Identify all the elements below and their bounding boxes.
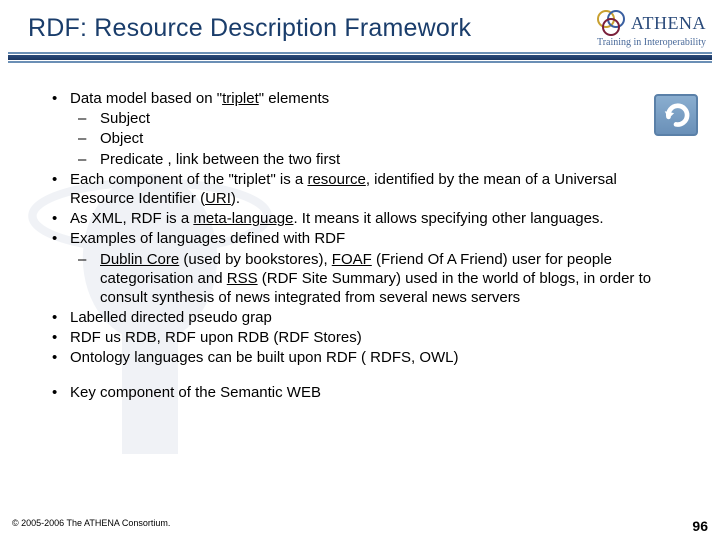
bullet-item: Key component of the Semantic WEB [52,383,680,402]
sub-bullet-item: Subject [78,109,680,128]
athena-logo-block: ATHENA Training in Interoperability [548,10,706,48]
page-number: 96 [692,518,708,534]
copyright-text: © 2005-2006 The ATHENA Consortium. [12,518,170,534]
slide-footer: © 2005-2006 The ATHENA Consortium. 96 [12,518,708,534]
logo-text: ATHENA [631,13,706,34]
bullet-item: As XML, RDF is a meta-language. It means… [52,209,680,228]
athena-rings-icon [597,10,627,36]
sub-bullet-item: Object [78,129,680,148]
slide-header: RDF: Resource Description Framework ATHE… [0,0,720,48]
bullet-item: Data model based on "triplet" elementsSu… [52,89,680,169]
bullet-item: Ontology languages can be built upon RDF… [52,348,680,367]
bullet-item: Examples of languages defined with RDFDu… [52,229,680,307]
slide-content: Data model based on "triplet" elementsSu… [0,63,720,402]
bullet-item: Labelled directed pseudo grap [52,308,680,327]
sub-bullet-item: Dublin Core (used by bookstores), FOAF (… [78,250,680,308]
sub-bullet-item: Predicate , link between the two first [78,150,680,169]
slide-title: RDF: Resource Description Framework [28,10,548,43]
header-divider [0,52,720,63]
logo-tagline: Training in Interoperability [548,37,706,48]
bullet-item: RDF us RDB, RDF upon RDB (RDF Stores) [52,328,680,347]
bullet-item: Each component of the "triplet" is a res… [52,170,680,208]
